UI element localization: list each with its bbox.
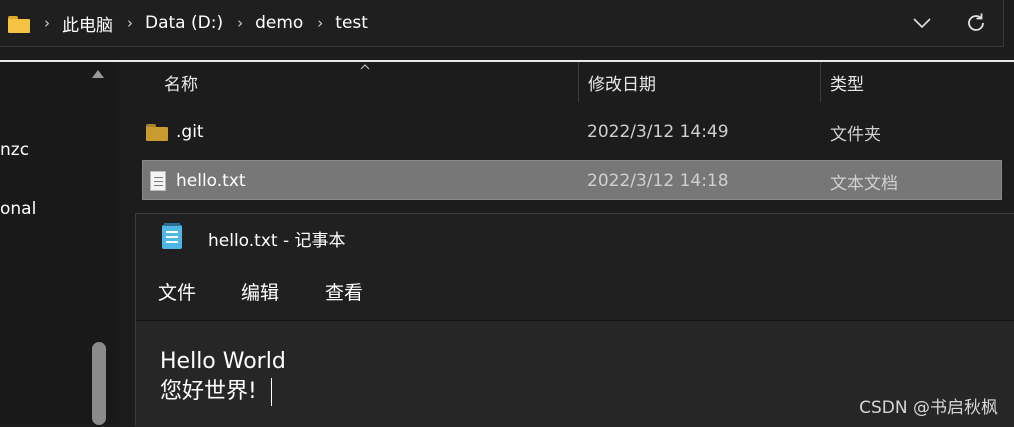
window-title: hello.txt - 记事本 [208, 230, 346, 251]
file-row[interactable]: .git 2022/3/12 14:49 文件夹 [142, 112, 1002, 152]
chevron-down-icon [913, 18, 931, 28]
breadcrumb-test[interactable]: test [335, 13, 368, 33]
breadcrumb-data-drive[interactable]: Data (D:) [145, 13, 223, 33]
column-header-modified[interactable]: 修改日期 [588, 62, 656, 102]
column-header-name[interactable]: 名称 [164, 62, 198, 102]
sort-ascending-icon [360, 64, 370, 70]
breadcrumb-separator: › [44, 14, 50, 32]
breadcrumb-separator: › [237, 14, 244, 32]
column-divider[interactable] [578, 62, 579, 102]
text-file-icon [150, 171, 166, 191]
file-name[interactable]: hello.txt [176, 161, 246, 201]
column-header-type[interactable]: 类型 [830, 62, 864, 102]
file-name[interactable]: .git [176, 112, 204, 152]
scroll-up-arrow-icon[interactable] [92, 70, 104, 78]
address-bar[interactable]: › 此电脑 › Data (D:) › demo › test [0, 0, 1004, 47]
scrollbar-thumb[interactable] [92, 342, 106, 425]
file-type: 文件夹 [830, 124, 881, 145]
file-list[interactable]: 名称 修改日期 类型 .git 2022/3/12 14:49 文件夹 hell… [116, 62, 1014, 212]
watermark: CSDN @书启秋枫 [859, 398, 998, 418]
row-icon [150, 161, 166, 201]
editor-line: Hello World [160, 349, 286, 374]
column-divider[interactable] [820, 62, 821, 102]
menu-file[interactable]: 文件 [158, 262, 196, 320]
menu-view[interactable]: 查看 [325, 262, 363, 320]
editor-line-text: 您好世界! [160, 379, 257, 404]
folder-icon [8, 15, 30, 33]
nav-item[interactable]: nzc [0, 140, 29, 160]
row-icon [146, 112, 168, 152]
refresh-button[interactable] [949, 0, 1003, 46]
text-cursor [270, 378, 272, 406]
editor-line-2: 您好世界! [160, 377, 272, 407]
breadcrumb-separator: › [127, 14, 133, 32]
notepad-icon [162, 223, 182, 249]
file-modified: 2022/3/12 14:49 [587, 122, 729, 142]
file-modified: 2022/3/12 14:18 [587, 171, 729, 191]
notepad-titlebar[interactable]: hello.txt - 记事本 [136, 214, 1014, 262]
breadcrumb-separator: › [317, 14, 324, 32]
file-row-selected[interactable]: hello.txt 2022/3/12 14:18 文本文档 [142, 160, 1002, 200]
file-type: 文本文档 [830, 173, 898, 194]
refresh-icon [968, 13, 984, 31]
breadcrumb-demo[interactable]: demo [255, 13, 303, 33]
breadcrumb-this-pc[interactable]: 此电脑 [62, 11, 113, 36]
menu-bar: 文件 编辑 查看 [136, 262, 1014, 320]
folder-icon [146, 124, 168, 141]
nav-item[interactable]: onal [0, 199, 36, 219]
menu-edit[interactable]: 编辑 [241, 262, 279, 320]
navigation-pane[interactable]: nzc onal [0, 62, 116, 425]
history-dropdown-button[interactable] [895, 0, 949, 46]
